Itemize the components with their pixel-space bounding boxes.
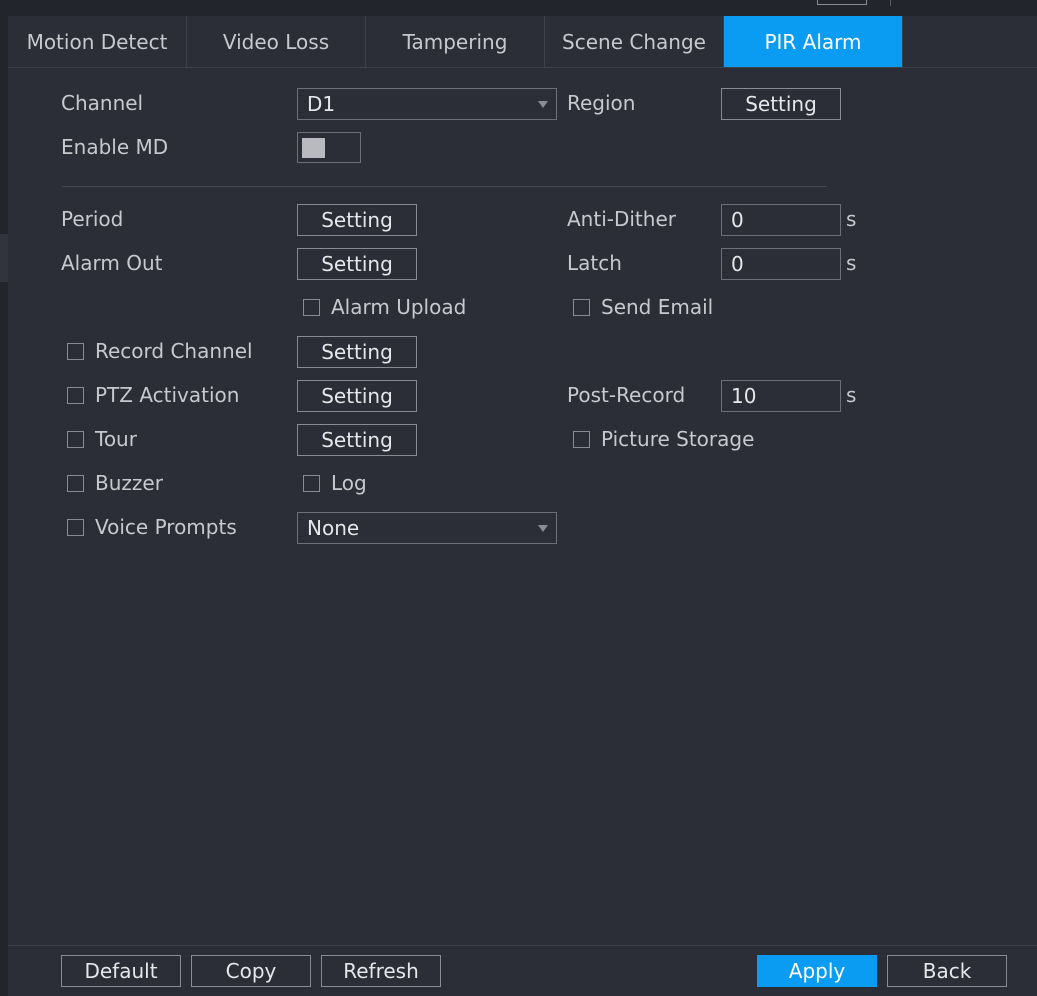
- voice-prompts-checkbox[interactable]: Voice Prompts: [67, 515, 237, 539]
- left-sidebar-edge: [0, 16, 8, 996]
- copy-button[interactable]: Copy: [191, 955, 311, 987]
- anti-dither-label: Anti-Dither: [567, 207, 676, 231]
- tab-tampering[interactable]: Tampering: [366, 16, 545, 67]
- checkbox-box: [303, 298, 320, 316]
- anti-dither-unit: s: [846, 207, 857, 231]
- ptz-activation-checkbox[interactable]: PTZ Activation: [67, 383, 239, 407]
- voice-prompts-select[interactable]: None: [297, 512, 557, 544]
- toggle-knob: [302, 138, 325, 158]
- top-strip: [0, 0, 1037, 16]
- back-button[interactable]: Back: [887, 955, 1007, 987]
- dropdown-arrow-icon: [538, 525, 548, 532]
- alarm-tabs: Motion Detect Video Loss Tampering Scene…: [8, 16, 1037, 67]
- checkbox-box: [67, 342, 84, 360]
- checkbox-box: [67, 474, 84, 492]
- record-channel-setting-button[interactable]: Setting: [297, 336, 417, 368]
- top-strip-separator: [890, 0, 891, 6]
- checkbox-box: [67, 386, 84, 404]
- channel-value: D1: [307, 92, 336, 116]
- top-strip-control: [817, 0, 867, 5]
- latch-label: Latch: [567, 251, 622, 275]
- checkbox-box: [303, 474, 320, 492]
- ptz-activation-label: PTZ Activation: [95, 383, 240, 407]
- checkbox-box: [573, 298, 590, 316]
- voice-prompts-label: Voice Prompts: [95, 515, 237, 539]
- buzzer-checkbox[interactable]: Buzzer: [67, 471, 163, 495]
- log-checkbox[interactable]: Log: [303, 471, 367, 495]
- tab-scene-change[interactable]: Scene Change: [545, 16, 724, 67]
- send-email-label: Send Email: [601, 295, 714, 319]
- dropdown-arrow-icon: [538, 101, 548, 108]
- default-button[interactable]: Default: [61, 955, 181, 987]
- latch-unit: s: [846, 251, 857, 275]
- checkbox-box: [67, 518, 84, 536]
- channel-select[interactable]: D1: [297, 88, 557, 120]
- enable-md-label: Enable MD: [61, 135, 169, 159]
- voice-prompts-value: None: [307, 516, 360, 540]
- picture-storage-checkbox[interactable]: Picture Storage: [573, 427, 754, 451]
- period-setting-button[interactable]: Setting: [297, 204, 417, 236]
- tab-pir-alarm[interactable]: PIR Alarm: [724, 16, 903, 67]
- alarm-out-label: Alarm Out: [61, 251, 163, 275]
- post-record-unit: s: [846, 383, 857, 407]
- tour-checkbox[interactable]: Tour: [67, 427, 137, 451]
- record-channel-label: Record Channel: [95, 339, 253, 363]
- alarm-out-setting-button[interactable]: Setting: [297, 248, 417, 280]
- post-record-input[interactable]: 10: [721, 380, 841, 412]
- enable-md-toggle[interactable]: [297, 132, 361, 163]
- tour-setting-button[interactable]: Setting: [297, 424, 417, 456]
- ptz-activation-setting-button[interactable]: Setting: [297, 380, 417, 412]
- send-email-checkbox[interactable]: Send Email: [573, 295, 713, 319]
- record-channel-checkbox[interactable]: Record Channel: [67, 339, 253, 363]
- buzzer-label: Buzzer: [95, 471, 163, 495]
- tour-label: Tour: [95, 427, 137, 451]
- tab-motion-detect[interactable]: Motion Detect: [8, 16, 187, 67]
- region-label: Region: [567, 91, 636, 115]
- latch-input[interactable]: 0: [721, 248, 841, 280]
- alarm-upload-label: Alarm Upload: [331, 295, 467, 319]
- post-record-label: Post-Record: [567, 383, 686, 407]
- apply-button[interactable]: Apply: [757, 955, 877, 987]
- checkbox-box: [67, 430, 84, 448]
- picture-storage-label: Picture Storage: [601, 427, 755, 451]
- checkbox-box: [573, 430, 590, 448]
- tab-video-loss[interactable]: Video Loss: [187, 16, 366, 67]
- sidebar-selection-mark: [0, 234, 8, 282]
- log-label: Log: [331, 471, 367, 495]
- refresh-button[interactable]: Refresh: [321, 955, 441, 987]
- anti-dither-input[interactable]: 0: [721, 204, 841, 236]
- region-setting-button[interactable]: Setting: [721, 88, 841, 120]
- panel-top-border: [8, 67, 1037, 68]
- alarm-upload-checkbox[interactable]: Alarm Upload: [303, 295, 466, 319]
- period-label: Period: [61, 207, 124, 231]
- channel-label: Channel: [61, 91, 144, 115]
- section-divider: [62, 186, 827, 187]
